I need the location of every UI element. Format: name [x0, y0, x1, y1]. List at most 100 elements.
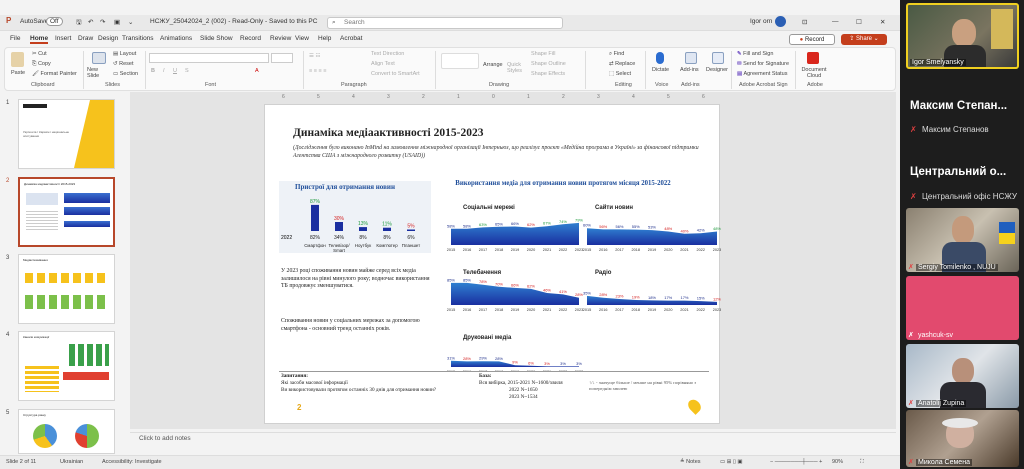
layout-button[interactable]: ▤ Layout — [113, 51, 136, 57]
shape-outline-button[interactable]: Shape Outline — [531, 61, 566, 67]
bar-value-label: 30% — [334, 216, 345, 222]
record-button[interactable]: ● Record — [789, 34, 835, 45]
slide-thumbnail-4[interactable]: Канали комунікації — [18, 331, 115, 401]
format-painter-button[interactable]: 🖌 Format Painter — [32, 71, 77, 77]
copy-button[interactable]: ⎘ Copy — [32, 61, 51, 68]
addins-button[interactable]: Add-ins — [680, 67, 699, 73]
bullets-button[interactable]: ☰ ☷ — [309, 53, 320, 59]
share-button[interactable]: ⇪ Share ⌄ — [841, 34, 887, 45]
fit-to-window-icon[interactable]: ⛶ — [860, 459, 864, 466]
replace-button[interactable]: ⇄ Replace — [609, 61, 635, 67]
area-value-label: 40% — [680, 228, 688, 233]
fill-and-sign-button[interactable]: ✎ Fill and Sign — [737, 51, 773, 57]
section-button[interactable]: ▭ Section — [113, 71, 138, 77]
shapes-gallery[interactable] — [441, 53, 479, 69]
avatar[interactable] — [775, 16, 786, 27]
slide-thumbnails-panel[interactable]: 1 Укрпошта / Каразін і національне опиту… — [0, 92, 126, 454]
font-color-button[interactable]: A — [255, 68, 259, 74]
slide-title[interactable]: Динаміка медіаактивності 2015-2023 — [293, 127, 483, 139]
arrange-button[interactable]: Arrange — [483, 62, 503, 68]
cut-button[interactable]: ✂ Cut — [32, 51, 47, 57]
shape-fill-button[interactable]: Shape Fill — [531, 51, 555, 57]
menu-tab-view[interactable]: View — [295, 35, 309, 42]
menu-tab-animations[interactable]: Animations — [160, 35, 192, 42]
convert-smartart-button[interactable]: Convert to SmartArt — [371, 71, 420, 77]
media-area-charts: Соціальні мережі 58% 2015 58% 2016 63% 2017 65%… — [447, 204, 721, 371]
save-icon[interactable]: 🖫 — [76, 18, 82, 29]
undo-icon[interactable]: ↶ — [88, 18, 93, 26]
italic-button[interactable]: I — [163, 68, 165, 74]
slide-thumbnail-5[interactable]: Структура ринку — [18, 409, 115, 454]
area-x-tick: 2015 — [447, 248, 455, 252]
area-x-tick: 2019 — [511, 308, 519, 312]
close-icon[interactable]: ✕ — [880, 18, 885, 26]
participant-tile-central-office[interactable]: Центральний о... — [910, 166, 1006, 178]
find-button[interactable]: ⌕ Find — [609, 51, 624, 58]
view-buttons[interactable]: ▭ ⊞ ▯ ▣ — [720, 459, 743, 465]
editing-group-label: Editing — [615, 82, 632, 88]
menu-tab-review[interactable]: Review — [270, 35, 291, 42]
shape-effects-button[interactable]: Shape Effects — [531, 71, 565, 77]
area-value-label: 66% — [511, 221, 519, 226]
new-slide-button[interactable]: New Slide — [87, 67, 111, 79]
accessibility-status[interactable]: Accessibility: Investigate — [102, 459, 162, 465]
participant-tile-sergiy[interactable]: ✗ Sergiy Tomilenko , NUJU — [906, 208, 1019, 272]
participant-name: Максим Степанов — [922, 125, 989, 134]
bold-button[interactable]: B — [151, 68, 155, 74]
zoom-level[interactable]: 90% — [832, 459, 843, 465]
participant-tile-mykola[interactable]: ✗ Микола Семена — [906, 410, 1019, 467]
search-input[interactable]: ⌕ Search — [327, 17, 563, 29]
reset-button[interactable]: ↺ Reset — [113, 61, 134, 67]
slide-thumbnail-1[interactable]: Укрпошта / Каразін і національне опитува… — [18, 99, 115, 169]
document-cloud-button[interactable]: Document Cloud — [801, 67, 827, 79]
font-size-dropdown[interactable] — [271, 53, 293, 63]
redo-icon[interactable]: ↷ — [100, 18, 105, 26]
menu-tab-help[interactable]: Help — [318, 35, 331, 42]
summary-paragraph-2[interactable]: Споживання новин у соціальних мережах за… — [281, 318, 431, 333]
base-line-3: 2023 N~1534 — [509, 394, 538, 400]
agreement-status-button[interactable]: ▤ Agreement Status — [737, 71, 787, 77]
participant-tile-anatolij[interactable]: ✗ Anatolij Zupina — [906, 344, 1019, 408]
menu-tab-home[interactable]: Home — [30, 35, 49, 44]
paste-button[interactable]: Paste — [11, 70, 25, 76]
text-direction-button[interactable]: Text Direction — [371, 51, 404, 57]
slide-canvas[interactable]: Динаміка медіаактивності 2015-2023 (Досл… — [264, 104, 721, 424]
menu-tab-draw[interactable]: Draw — [78, 35, 93, 42]
slide-thumbnail-2[interactable]: Динаміка медіаактивності 2015-2023 — [18, 177, 115, 247]
participant-tile-maksym[interactable]: Максим Степан... — [910, 100, 1007, 112]
menu-tab-design[interactable]: Design — [98, 35, 118, 42]
align-text-button[interactable]: Align Text — [371, 61, 395, 67]
slide-subtitle[interactable]: (Дослідження було виконано InMind на зам… — [293, 145, 713, 160]
quick-styles-button[interactable]: Quick Styles — [507, 62, 525, 74]
dictate-button[interactable]: Dictate — [652, 67, 669, 73]
menu-tab-acrobat[interactable]: Acrobat — [340, 35, 362, 42]
menu-tab-file[interactable]: File — [10, 35, 20, 42]
menu-tab-slide-show[interactable]: Slide Show — [200, 35, 233, 42]
menu-tab-transitions[interactable]: Transitions — [122, 35, 154, 42]
notes-pane[interactable]: Click to add notes — [130, 432, 896, 444]
strikethrough-button[interactable]: S — [185, 68, 189, 74]
maximize-icon[interactable]: ☐ — [856, 18, 862, 26]
notes-toggle[interactable]: ≜ Notes — [680, 459, 701, 465]
customize-qat-icon[interactable]: ⌄ — [128, 18, 133, 26]
zoom-slider[interactable]: − ───────┼─── + — [770, 459, 822, 465]
designer-button[interactable]: Designer — [706, 67, 728, 73]
font-name-dropdown[interactable] — [149, 53, 269, 63]
align-buttons[interactable]: ≡ ≡ ≡ ≡ — [309, 68, 326, 74]
menu-tab-record[interactable]: Record — [240, 35, 261, 42]
language-indicator[interactable]: Ukrainian — [60, 459, 83, 465]
participant-tile-yashcuk[interactable]: ✗ yashcuk-sv — [906, 276, 1019, 340]
select-button[interactable]: ⬚ Select — [609, 71, 631, 77]
summary-paragraph-1[interactable]: У 2023 році споживання новин майже серед… — [281, 268, 431, 291]
participant-tile-igor[interactable]: Igor Smelyansky — [906, 3, 1019, 69]
area-value-label: 62% — [527, 222, 535, 227]
ribbon-display-icon[interactable]: ⊡ — [802, 18, 807, 26]
autosave-toggle[interactable]: Off — [46, 17, 63, 26]
underline-button[interactable]: U — [173, 68, 177, 74]
user-name[interactable]: Igor orn — [750, 18, 772, 25]
menu-tab-insert[interactable]: Insert — [55, 35, 71, 42]
minimize-icon[interactable]: — — [832, 18, 839, 25]
slide-thumbnail-3[interactable]: Медіаспоживання — [18, 254, 115, 324]
present-icon[interactable]: ▣ — [114, 18, 120, 26]
send-signature-button[interactable]: ✉ Send for Signature — [737, 61, 789, 67]
